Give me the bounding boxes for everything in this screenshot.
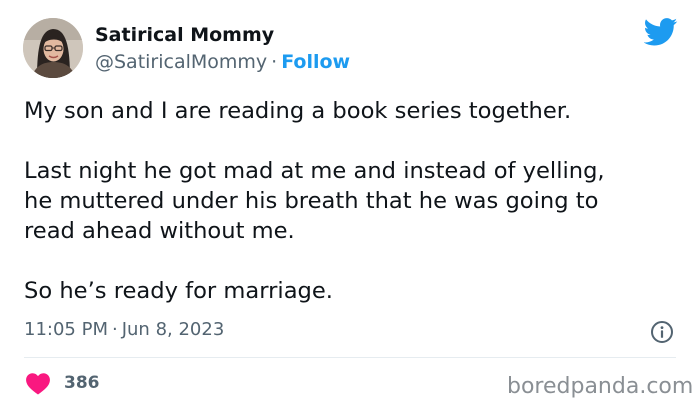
timestamp-separator: · — [111, 319, 118, 340]
twitter-bird-icon[interactable] — [644, 18, 678, 46]
tweet-line: he muttered under his breath that he was… — [24, 188, 599, 214]
follow-button[interactable]: Follow — [281, 51, 350, 73]
tweet-time: 11:05 PM — [24, 319, 108, 340]
tweet-paragraph-2: Last night he got mad at me and instead … — [24, 156, 684, 246]
tweet-line: Last night he got mad at me and instead … — [24, 158, 605, 184]
handle-separator: · — [271, 51, 278, 73]
tweet-date: Jun 8, 2023 — [121, 319, 225, 340]
tweet-text: My son and I are reading a book series t… — [24, 96, 684, 306]
author-handle-line: @SatiricalMommy · Follow — [95, 50, 350, 74]
tweet-paragraph-1: My son and I are reading a book series t… — [24, 96, 684, 126]
tweet-timestamp[interactable]: 11:05 PM · Jun 8, 2023 — [24, 318, 224, 342]
tweet-line: So he’s ready for marriage. — [24, 278, 333, 304]
tweet-line: My son and I are reading a book series t… — [24, 98, 572, 124]
tweet-paragraph-3: So he’s ready for marriage. — [24, 276, 684, 306]
source-watermark: boredpanda.com — [507, 374, 694, 399]
tweet-card: Satirical Mommy @SatiricalMommy · Follow M… — [0, 0, 700, 410]
engagement-divider — [24, 357, 676, 358]
heart-icon[interactable] — [25, 371, 51, 395]
author-avatar[interactable] — [23, 18, 83, 78]
author-display-name[interactable]: Satirical Mommy — [95, 23, 274, 47]
author-handle[interactable]: @SatiricalMommy — [95, 51, 267, 73]
tweet-line: read ahead without me. — [24, 218, 295, 244]
info-icon[interactable] — [650, 320, 674, 344]
like-count[interactable]: 386 — [64, 372, 100, 394]
